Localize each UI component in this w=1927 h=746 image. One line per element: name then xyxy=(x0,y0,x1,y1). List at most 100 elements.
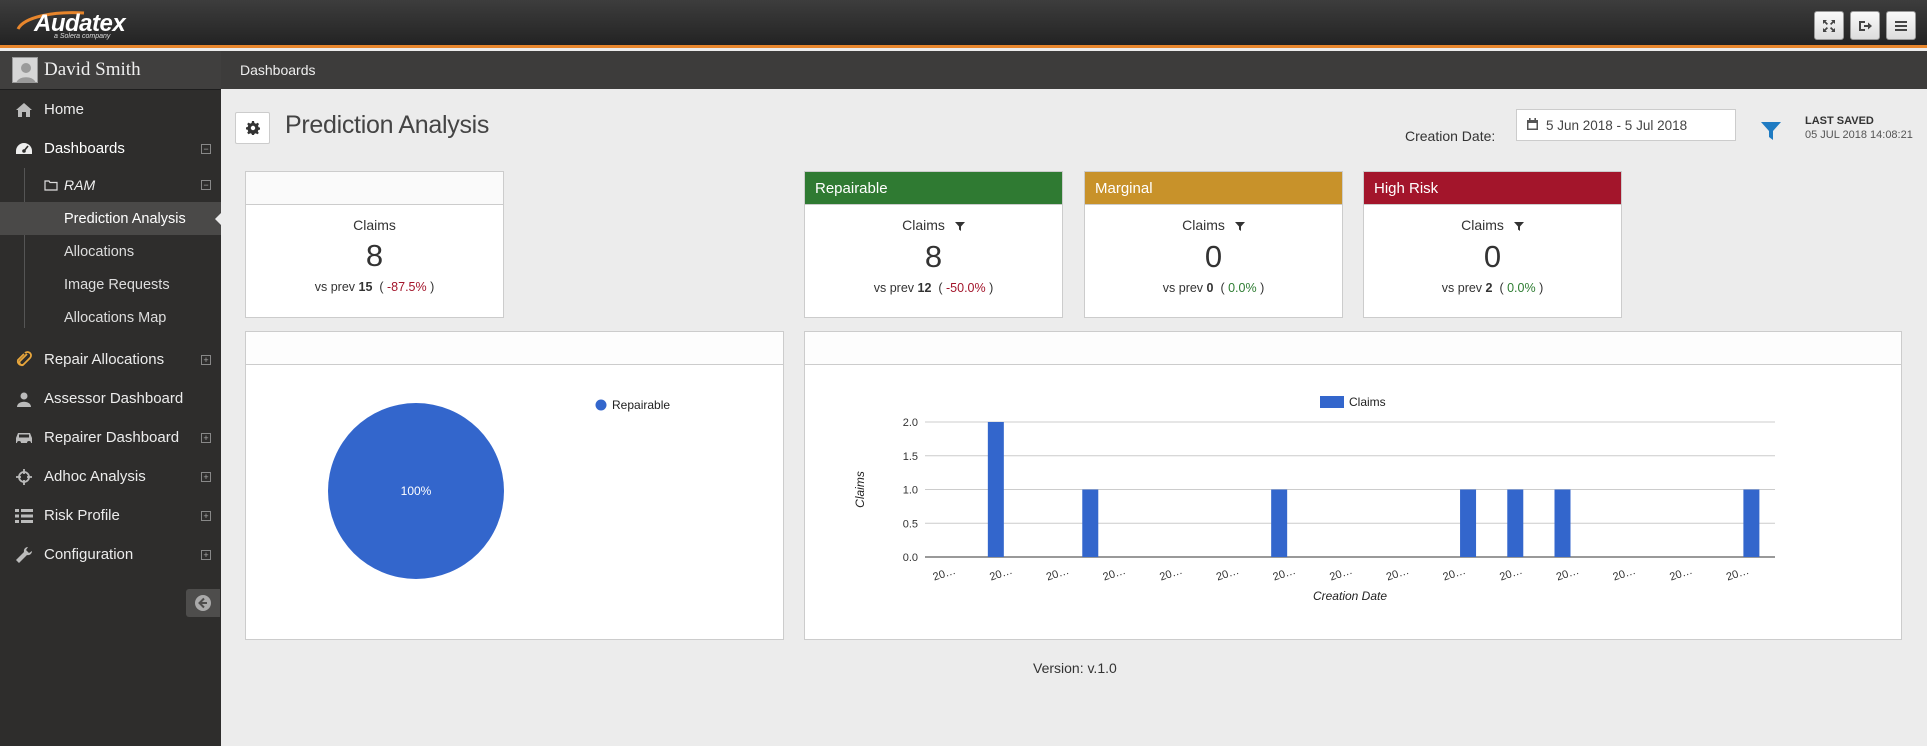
kpi-change: 0.0% xyxy=(1228,281,1257,295)
expand-toggle[interactable]: + xyxy=(201,471,211,482)
filter-icon[interactable] xyxy=(954,218,965,234)
kpi-card-header xyxy=(246,172,503,205)
y-tick-label: 1.0 xyxy=(903,485,918,497)
breadcrumb: Dashboards xyxy=(221,51,1927,89)
x-axis-title: Creation Date xyxy=(1313,589,1387,603)
x-tick-label: 20… xyxy=(1668,565,1694,584)
sidebar-item-dashboards[interactable]: Dashboards − xyxy=(0,129,221,168)
kpi-prev-value: 0 xyxy=(1206,281,1214,295)
folder-ram[interactable]: RAM − xyxy=(0,168,221,202)
kpi-prev-label: vs prev xyxy=(314,280,356,294)
collapse-toggle[interactable]: − xyxy=(201,143,211,154)
x-tick-label: 20… xyxy=(1045,565,1071,584)
y-tick-label: 1.5 xyxy=(903,451,918,463)
menu-icon xyxy=(1895,20,1907,31)
kpi-label-row: Claims xyxy=(1364,217,1621,234)
menu-button[interactable] xyxy=(1886,11,1916,40)
pie-slice-label: 100% xyxy=(401,484,432,498)
expand-toggle[interactable]: + xyxy=(201,510,211,521)
sidebar-item-risk-profile[interactable]: Risk Profile + xyxy=(0,496,221,535)
kpi-prev-value: 15 xyxy=(358,280,373,294)
sidebar-item-label: Allocations xyxy=(64,243,135,260)
date-range-picker[interactable]: 5 Jun 2018 - 5 Jul 2018 xyxy=(1516,109,1736,141)
kpi-label: Claims xyxy=(353,217,396,233)
kpi-prev-label: vs prev xyxy=(1162,281,1204,295)
sidebar-item-image-requests[interactable]: Image Requests xyxy=(0,268,221,301)
expand-toggle[interactable]: + xyxy=(201,549,211,560)
legend-marker xyxy=(595,399,607,411)
kpi-label: Claims xyxy=(902,217,945,233)
user-profile[interactable]: David Smith xyxy=(0,51,221,90)
kpi-card-header: Marginal xyxy=(1085,172,1342,205)
kpi-label-row: Claims xyxy=(805,217,1062,234)
pie-chart: 100% Repairable xyxy=(328,398,670,579)
sidebar-item-allocations-map[interactable]: Allocations Map xyxy=(0,301,221,334)
folder-icon xyxy=(44,179,58,191)
folder-label: RAM xyxy=(64,177,96,193)
collapse-sidebar-button[interactable] xyxy=(186,589,220,617)
kpi-change: -50.0% xyxy=(946,281,986,295)
kpi-value: 0 xyxy=(1483,239,1502,274)
expand-toggle[interactable]: + xyxy=(201,432,211,443)
x-tick-label: 20… xyxy=(1498,565,1524,584)
filter-icon[interactable] xyxy=(1513,218,1524,234)
wrench-icon xyxy=(14,546,34,564)
kpi-comparison: vs prev 2 ( 0.0% ) xyxy=(1441,281,1544,295)
sidebar-item-configuration[interactable]: Configuration + xyxy=(0,535,221,574)
sidebar-item-repair-allocations[interactable]: Repair Allocations + xyxy=(0,340,221,379)
x-tick-label: 20… xyxy=(1441,565,1467,584)
sidebar-item-home[interactable]: Home xyxy=(0,90,221,129)
bar-chart: 0.0 0.5 1.0 1.5 2.0 20… 20… 20… 20… 20… 20… 20… 20… 2… xyxy=(853,395,1775,603)
x-tick-label: 20… xyxy=(1271,565,1297,584)
filter-icon[interactable] xyxy=(1234,218,1245,234)
y-tick-label: 2.0 xyxy=(903,417,918,429)
legend-label: Claims xyxy=(1349,395,1386,409)
sidebar-item-label: Dashboards xyxy=(44,140,125,157)
sidebar-item-repairer-dashboard[interactable]: Repairer Dashboard + xyxy=(0,418,221,457)
user-name: David Smith xyxy=(44,59,141,80)
expand-toggle[interactable]: + xyxy=(201,354,211,365)
kpi-prev-value: 12 xyxy=(917,281,932,295)
fullscreen-button[interactable] xyxy=(1814,11,1844,40)
sidebar-item-prediction-analysis[interactable]: Prediction Analysis xyxy=(0,202,222,235)
avatar xyxy=(12,57,38,83)
filter-button[interactable] xyxy=(1760,120,1782,145)
breadcrumb-dashboards[interactable]: Dashboards xyxy=(240,62,316,78)
sidebar-item-allocations[interactable]: Allocations xyxy=(0,235,221,268)
crosshair-icon xyxy=(14,468,34,486)
calendar-icon xyxy=(1527,117,1538,133)
kpi-change: 0.0% xyxy=(1507,281,1536,295)
logo-subtitle: a Solera company xyxy=(54,33,111,40)
bar xyxy=(1082,489,1099,557)
audatex-logo[interactable]: Audatex a Solera company xyxy=(14,7,126,41)
folder-collapse-toggle[interactable]: − xyxy=(201,180,211,190)
sidebar-item-label: Allocations Map xyxy=(64,309,167,326)
kpi-card-marginal: Marginal Claims 0 vs prev 0 ( 0.0% ) xyxy=(1084,171,1343,318)
sidebar-item-label: Repair Allocations xyxy=(44,351,165,368)
last-saved-value: 05 JUL 2018 14:08:21 xyxy=(1805,129,1913,141)
dashboard-icon xyxy=(14,141,34,157)
kpi-prev-value: 2 xyxy=(1485,281,1493,295)
dashboards-submenu: RAM − Prediction Analysis Allocations Im… xyxy=(0,168,222,340)
kpi-card-title: Marginal xyxy=(1095,179,1153,197)
settings-button[interactable] xyxy=(235,112,270,144)
kpi-change: -87.5% xyxy=(387,280,427,294)
bar xyxy=(987,422,1004,557)
pie-chart-panel: 100% Repairable xyxy=(245,331,784,640)
sidebar-item-label: Assessor Dashboard xyxy=(44,390,184,407)
kpi-label: Claims xyxy=(1182,217,1225,233)
page-title: Prediction Analysis xyxy=(285,111,490,139)
x-tick-label: 20… xyxy=(931,565,957,584)
kpi-value: 0 xyxy=(1204,239,1223,274)
sidebar-item-adhoc-analysis[interactable]: Adhoc Analysis + xyxy=(0,457,221,496)
kpi-card-high-risk: High Risk Claims 0 vs prev 2 ( 0.0% ) xyxy=(1363,171,1622,318)
list-icon xyxy=(14,508,34,523)
sidebar-item-assessor-dashboard[interactable]: Assessor Dashboard xyxy=(0,379,221,418)
user-avatar-icon xyxy=(16,63,36,82)
kpi-value: 8 xyxy=(365,238,384,273)
logout-button[interactable] xyxy=(1850,11,1880,40)
kpi-card-claims: Claims 8 vs prev 15 ( -87.5% ) xyxy=(245,171,504,318)
kpi-comparison: vs prev 0 ( 0.0% ) xyxy=(1162,281,1265,295)
last-saved-label: LAST SAVED xyxy=(1805,115,1874,127)
arrow-left-circle-icon xyxy=(195,595,211,611)
